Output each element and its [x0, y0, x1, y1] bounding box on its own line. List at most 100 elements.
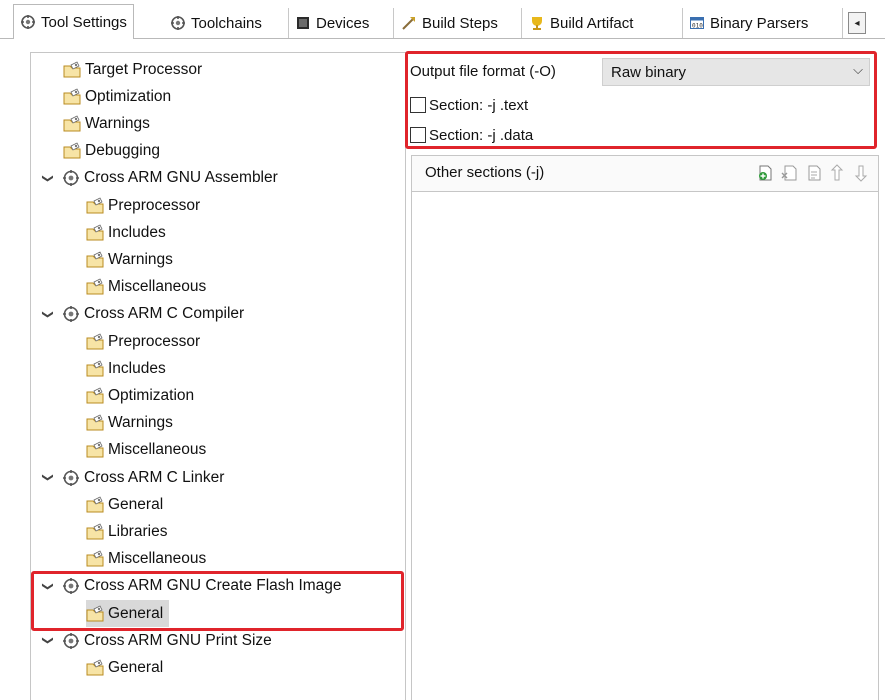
- tree-item[interactable]: Miscellaneous: [86, 274, 206, 301]
- svg-text:010: 010: [692, 23, 703, 30]
- tree-item[interactable]: ❯ Cross ARM C Linker: [40, 464, 224, 491]
- tree-item[interactable]: Optimization: [86, 382, 194, 409]
- tree-item-label: Cross ARM C Compiler: [84, 305, 245, 323]
- tree-item[interactable]: Warnings: [86, 246, 173, 273]
- other-sections-header: Other sections (-j): [412, 156, 878, 192]
- settings-page-icon: [86, 196, 104, 215]
- tab-separator: [288, 8, 289, 38]
- output-format-value: Raw binary: [611, 63, 687, 81]
- tree-item-label: Target Processor: [85, 60, 203, 78]
- scroll-left-icon[interactable]: ◂: [848, 12, 866, 34]
- tool-category-icon: [62, 469, 80, 487]
- section-text-label: Section: -j .text: [429, 96, 529, 114]
- tab-separator: [393, 8, 394, 38]
- section-text-checkbox[interactable]: [410, 97, 426, 113]
- other-sections-toolbar: [757, 164, 870, 182]
- tree-item[interactable]: General: [86, 491, 163, 518]
- binary-parsers-icon: 010: [689, 15, 705, 31]
- tree-item-label: Preprocessor: [108, 332, 201, 350]
- tree-item[interactable]: Warnings: [86, 410, 173, 437]
- build-artifact-icon: [529, 15, 545, 31]
- settings-page-icon: [86, 224, 104, 242]
- section-data-checkbox[interactable]: [410, 127, 426, 143]
- tree-item[interactable]: General: [86, 654, 163, 681]
- tree-item-label: Warnings: [85, 114, 150, 132]
- tree-item[interactable]: General: [86, 600, 170, 627]
- settings-page-icon: [63, 115, 81, 133]
- tab-build-steps[interactable]: Build Steps: [401, 7, 498, 39]
- tree-item[interactable]: Preprocessor: [86, 192, 200, 219]
- settings-page-icon: [86, 659, 104, 677]
- settings-page-icon: [86, 251, 104, 269]
- tab-binary-parsers[interactable]: 010 Binary Parsers: [689, 7, 808, 39]
- tab-label: Tool Settings: [41, 13, 127, 31]
- tree-item[interactable]: Target Processor: [63, 56, 202, 83]
- settings-page-icon: [63, 88, 81, 106]
- settings-page-icon: [86, 332, 104, 351]
- chevron-down-icon[interactable]: ❯: [42, 306, 55, 322]
- delete-icon[interactable]: [781, 164, 798, 182]
- tree-item[interactable]: Preprocessor: [86, 328, 200, 355]
- tree-item[interactable]: ❯ Cross ARM GNU Assembler: [40, 165, 278, 192]
- chevron-down-icon[interactable]: ❯: [42, 578, 55, 594]
- tool-category-icon: [62, 169, 80, 187]
- tree-item-label: General: [108, 495, 164, 513]
- tab-tool-settings[interactable]: Tool Settings: [13, 4, 134, 39]
- section-data-label: Section: -j .data: [429, 126, 534, 144]
- move-down-icon[interactable]: [853, 164, 870, 182]
- settings-page-icon: [63, 60, 81, 79]
- settings-page-icon: [86, 414, 104, 432]
- move-up-icon[interactable]: [829, 164, 846, 182]
- tree-item-label: Optimization: [85, 87, 172, 105]
- tool-category-icon: [62, 305, 80, 323]
- section-data-checkbox-row[interactable]: Section: -j .data: [410, 123, 533, 147]
- settings-page-icon: [86, 604, 104, 623]
- tree-item[interactable]: Includes: [86, 355, 166, 382]
- tab-label: Devices: [316, 14, 370, 32]
- tree-item[interactable]: ❯ Cross ARM GNU Print Size: [40, 627, 272, 654]
- build-steps-icon: [401, 15, 417, 31]
- output-format-select[interactable]: Raw binary ⌵: [602, 58, 870, 86]
- settings-page-icon: [86, 360, 104, 378]
- chevron-down-icon[interactable]: ❯: [42, 170, 55, 186]
- tab-separator: [521, 8, 522, 38]
- output-format-label: Output file format (-O): [410, 62, 556, 80]
- tab-label: Binary Parsers: [710, 14, 809, 32]
- tree-item-label: Libraries: [108, 522, 168, 540]
- tree-item[interactable]: Debugging: [63, 138, 160, 165]
- tab-toolchains[interactable]: Toolchains: [170, 7, 262, 39]
- other-sections-panel: Other sections (-j): [411, 155, 879, 700]
- settings-page-icon: [86, 387, 104, 405]
- tree-item-label: Optimization: [108, 386, 195, 404]
- other-sections-title: Other sections (-j): [425, 164, 545, 181]
- tree-item[interactable]: Miscellaneous: [86, 437, 206, 464]
- settings-page-icon: [86, 441, 104, 459]
- chevron-down-icon: ⌵: [853, 62, 863, 77]
- tool-category-icon: [62, 577, 80, 595]
- tree-item-label: Warnings: [108, 414, 173, 432]
- tree-item[interactable]: ❯ Cross ARM C Compiler: [40, 301, 244, 328]
- tab-separator: [682, 8, 683, 38]
- tree-item-label: General: [108, 604, 164, 622]
- tool-settings-icon: [20, 14, 36, 30]
- output-format-row: Output file format (-O): [410, 56, 556, 86]
- chevron-down-icon[interactable]: ❯: [42, 633, 55, 649]
- tab-build-artifact[interactable]: Build Artifact: [529, 7, 633, 39]
- tree-item[interactable]: Warnings: [63, 110, 150, 137]
- tree-item-label: Miscellaneous: [108, 550, 207, 568]
- chevron-down-icon[interactable]: ❯: [42, 470, 55, 486]
- tree-item[interactable]: Libraries: [86, 518, 167, 545]
- section-text-checkbox-row[interactable]: Section: -j .text: [410, 93, 528, 117]
- tree-item[interactable]: Miscellaneous: [86, 546, 206, 573]
- tab-label: Toolchains: [191, 14, 262, 32]
- tree-item[interactable]: ❯ Cross ARM GNU Create Flash Image: [40, 573, 342, 600]
- edit-icon[interactable]: [805, 164, 822, 182]
- tree-item-label: Cross ARM C Linker: [84, 468, 225, 486]
- tool-category-icon: [62, 632, 80, 650]
- tree-item[interactable]: Optimization: [63, 83, 171, 110]
- tab-label: Build Artifact: [550, 14, 634, 32]
- tree-item[interactable]: Includes: [86, 219, 166, 246]
- add-icon[interactable]: [757, 164, 774, 182]
- tree-item-label: Miscellaneous: [108, 441, 207, 459]
- tab-devices[interactable]: Devices: [295, 7, 369, 39]
